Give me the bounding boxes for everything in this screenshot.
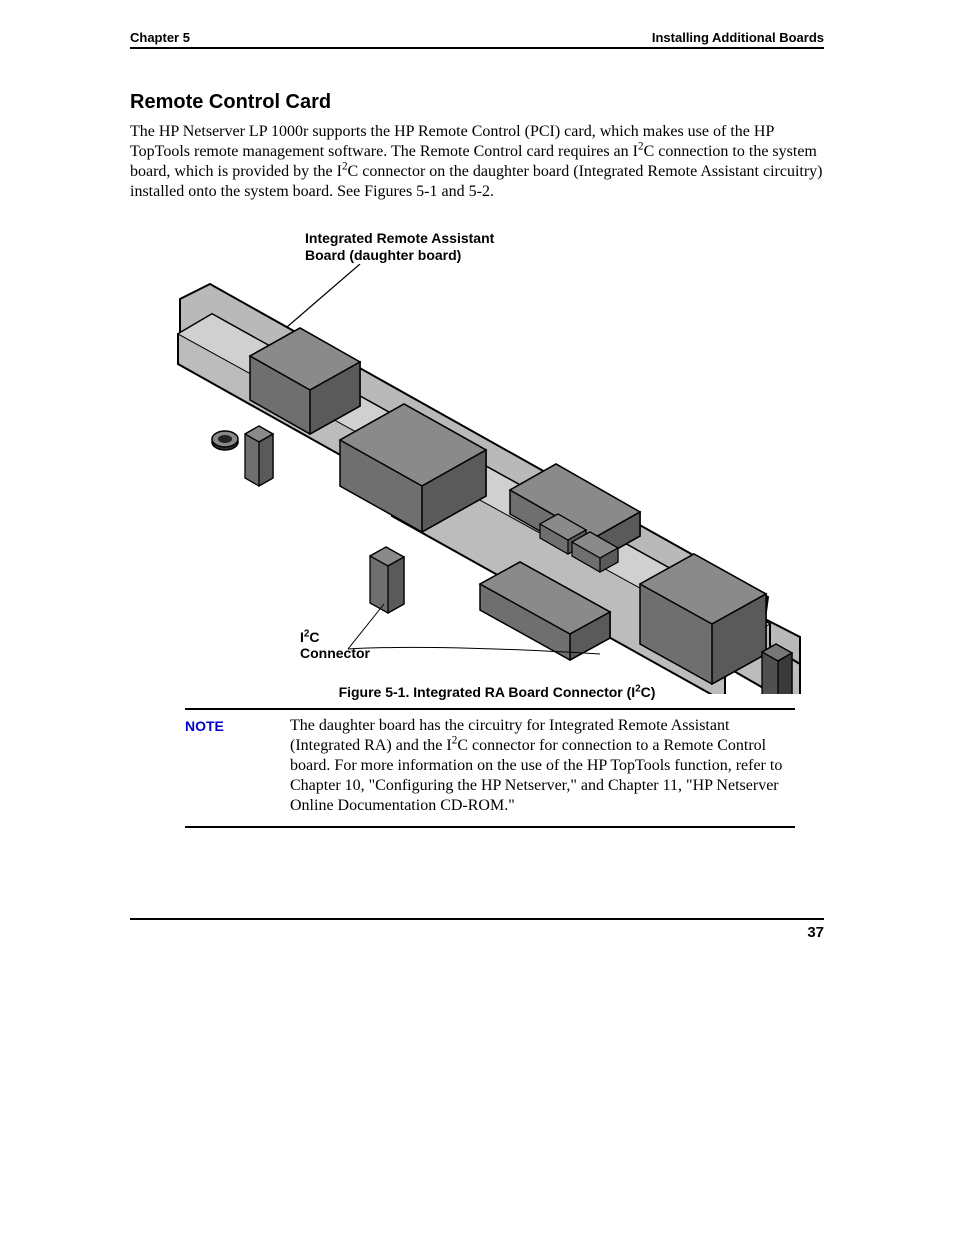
note-label: NOTE bbox=[185, 716, 290, 816]
figure-top-label: Integrated Remote Assistant Board (daugh… bbox=[305, 230, 824, 264]
caption-suffix: C) bbox=[641, 684, 656, 700]
connector-word: Connector bbox=[300, 645, 370, 661]
section-heading: Remote Control Card bbox=[130, 91, 824, 114]
figure-5-1: Integrated Remote Assistant Board (daugh… bbox=[170, 230, 824, 700]
note-box: NOTE The daughter board has the circuitr… bbox=[185, 708, 795, 828]
page-header: Chapter 5 Installing Additional Boards bbox=[130, 30, 824, 49]
figure-connector-label: I2C Connector bbox=[300, 629, 824, 663]
body-paragraph: The HP Netserver LP 1000r supports the H… bbox=[130, 122, 824, 202]
figure-top-label-line2: Board (daughter board) bbox=[305, 247, 461, 263]
note-text: The daughter board has the circuitry for… bbox=[290, 716, 795, 816]
page-footer: 37 bbox=[130, 918, 824, 941]
connector-c: C bbox=[309, 629, 319, 645]
header-title: Installing Additional Boards bbox=[652, 30, 824, 45]
page-number: 37 bbox=[807, 924, 824, 941]
figure-top-label-line1: Integrated Remote Assistant bbox=[305, 230, 494, 246]
caption-prefix: Figure 5-1. Integrated RA Board Connecto… bbox=[339, 684, 636, 700]
header-chapter: Chapter 5 bbox=[130, 30, 190, 45]
